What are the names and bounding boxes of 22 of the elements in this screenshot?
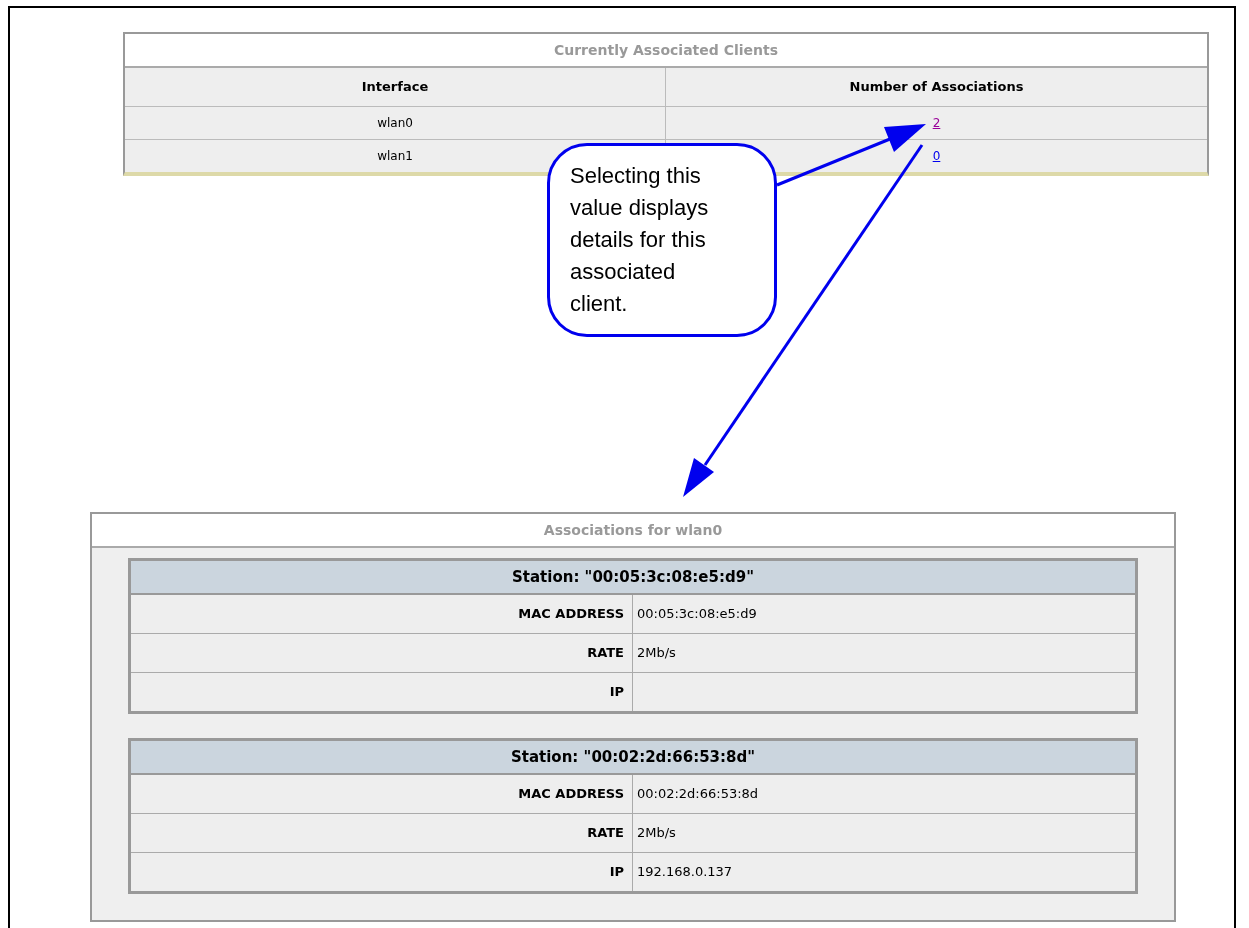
station-header: Station: "00:02:2d:66:53:8d" — [131, 741, 1135, 775]
interface-name: wlan0 — [377, 116, 413, 130]
field-value: 192.168.0.137 — [637, 864, 733, 879]
field-label: IP — [131, 673, 633, 711]
interface-name: wlan1 — [377, 149, 413, 163]
field-label: MAC ADDRESS — [131, 775, 633, 813]
field-value: 00:02:2d:66:53:8d — [637, 786, 759, 801]
association-count-link[interactable]: 0 — [932, 149, 941, 163]
station-header: Station: "00:05:3c:08:e5:d9" — [131, 561, 1135, 595]
field-label: MAC ADDRESS — [131, 595, 633, 633]
association-count-link[interactable]: 2 — [932, 116, 941, 130]
field-label: RATE — [131, 814, 633, 852]
table-title: Currently Associated Clients — [125, 34, 1207, 68]
panel-title: Associations for wlan0 — [92, 514, 1174, 548]
field-label: IP — [131, 853, 633, 891]
column-header: Number of Associations — [665, 68, 1207, 106]
callout-note: Selecting this value displays details for this associated client. — [547, 143, 777, 337]
field-value: 00:05:3c:08:e5:d9 — [637, 606, 757, 621]
field-value: 2Mb/s — [637, 645, 676, 660]
field-value: 2Mb/s — [637, 825, 676, 840]
field-label: RATE — [131, 634, 633, 672]
column-header: Interface — [360, 78, 430, 96]
